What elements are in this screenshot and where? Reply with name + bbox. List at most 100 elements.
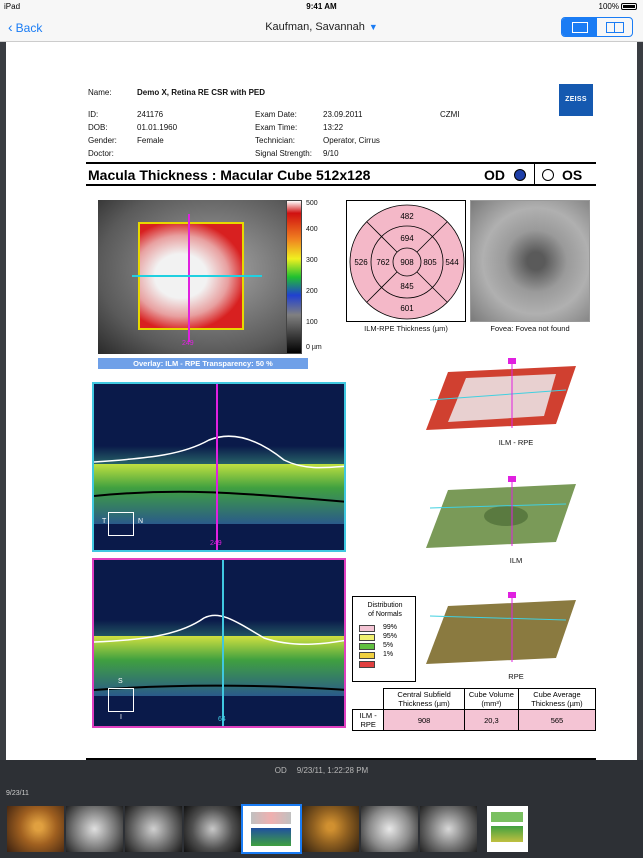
row-label: ILM - RPE (351, 709, 385, 731)
table-header-row: Central Subfield Thickness (µm) Cube Vol… (352, 688, 597, 710)
thumbnail[interactable] (361, 806, 418, 852)
legend-swatch-below-1 (359, 661, 375, 668)
battery-indicator: 100% (599, 2, 637, 11)
os-unselected-indicator (542, 169, 554, 181)
split-view-button[interactable] (597, 18, 632, 36)
etdrs-superior-outer: 482 (400, 212, 414, 221)
legend-label-99: 99% (383, 624, 398, 631)
clock: 9:41 AM (306, 2, 337, 11)
report-thumb-oct (491, 826, 523, 842)
thumbnail[interactable] (184, 806, 241, 852)
oct2-scan-number: 64 (218, 716, 226, 723)
technician-label: Technician: (255, 136, 296, 145)
central-subfield-value: 908 (383, 709, 465, 731)
id-label: ID: (88, 110, 99, 119)
exam-time-label: Exam Time: (255, 123, 298, 132)
col-cube-average: Cube Average Thickness (µm) (517, 688, 597, 710)
col-central-subfield: Central Subfield Thickness (µm) (383, 688, 465, 710)
oct1-scan-position (216, 384, 218, 550)
oct1-nasal-label: N (138, 518, 144, 525)
gender-label: Gender: (88, 136, 117, 145)
ilm-rpe-surface-graphic (426, 358, 576, 430)
legend-label-5: 5% (383, 642, 394, 649)
report-title-bar: Macula Thickness : Macular Cube 512x128 … (86, 162, 596, 186)
thumbnail[interactable] (7, 806, 64, 852)
oct2-orientation-box (108, 688, 134, 712)
chevron-down-icon: ▼ (368, 22, 378, 32)
image-filmstrip-panel: OD 9/23/11, 1:22:28 PM 9/23/11 (0, 760, 643, 858)
exam-time-value: 13:22 (323, 123, 344, 132)
split-pane-icon (605, 21, 624, 33)
ilm-surface-graphic (426, 476, 576, 548)
fovea-fundus-image (470, 200, 590, 322)
etdrs-temporal-outer: 544 (445, 258, 459, 267)
thumbnail[interactable] (302, 806, 359, 852)
single-view-button[interactable] (562, 18, 597, 36)
report-thumb-preview (251, 812, 291, 824)
legend-label-1: 1% (383, 651, 394, 658)
scale-tick-500: 500 (306, 200, 318, 207)
oct1-temporal-label: T (102, 518, 107, 525)
name-label: Name: (88, 88, 112, 97)
etdrs-superior-inner: 694 (400, 234, 414, 243)
etdrs-nasal-outer: 526 (354, 258, 368, 267)
normals-distribution-legend: Distribution of Normals 99% 95% 5% 1% (352, 596, 416, 682)
oct2-superior-label: S (118, 678, 123, 685)
od-selected-indicator (514, 169, 526, 181)
color-fundus-thumbnail (302, 806, 359, 852)
etdrs-nasal-inner: 762 (376, 258, 390, 267)
legend-label-95: 95% (383, 633, 398, 640)
legend-title-line2: of Normals (368, 611, 402, 618)
exam-date-value: 23.09.2011 (323, 110, 363, 119)
signal-label: Signal Strength: (255, 149, 312, 158)
report-title: Macula Thickness : Macular Cube 512x128 (88, 167, 371, 183)
legend-swatch-95 (359, 634, 375, 641)
eye-os-label: OS (562, 167, 583, 183)
angiogram-thumbnail (184, 806, 241, 852)
report-thumb-preview (491, 812, 523, 822)
patient-name: Kaufman, Savannah (265, 21, 365, 33)
table-corner (352, 688, 385, 710)
oct-vertical-bscan: S I 64 (92, 558, 346, 728)
thumbnail[interactable] (125, 806, 182, 852)
legend-title-line1: Distribution (367, 602, 403, 609)
etdrs-inferior-inner: 845 (400, 282, 414, 291)
ilm-surface-map (426, 476, 576, 554)
gray-fundus-thumbnail (125, 806, 182, 852)
battery-icon (621, 3, 637, 10)
gray-fundus-thumbnail (361, 806, 418, 852)
gender-value: Female (137, 136, 164, 145)
oct2-inferior-label: I (120, 714, 122, 721)
oct1-orientation-box (108, 512, 134, 536)
thumbnail[interactable] (66, 806, 123, 852)
fovea-caption: Fovea: Fovea not found (490, 324, 570, 333)
patient-selector[interactable]: Kaufman, Savannah ▼ (0, 21, 643, 33)
dob-value: 01.01.1960 (137, 123, 178, 132)
rpe-surface-caption: RPE (508, 672, 524, 681)
horizontal-scan-line (132, 275, 262, 277)
oct-horizontal-bscan: T N 249 (92, 382, 346, 552)
report-thumbnail (487, 806, 528, 852)
doctor-label: Doctor: (88, 149, 114, 158)
eye-od-label: OD (484, 167, 505, 183)
thumbnail-strip (7, 804, 536, 854)
dob-label: DOB: (88, 123, 108, 132)
status-bar: iPad 9:41 AM 100% (0, 0, 643, 14)
thickness-color-scale (286, 200, 302, 354)
legend-swatch-5 (359, 643, 375, 650)
scale-tick-300: 300 (306, 257, 318, 264)
scale-tick-200: 200 (306, 288, 318, 295)
thumbnail[interactable] (479, 806, 536, 852)
eye-divider (534, 164, 535, 184)
id-value: 241176 (137, 110, 164, 119)
zeiss-logo: ZEISS (559, 84, 593, 116)
scale-tick-400: 400 (306, 226, 318, 233)
battery-percent: 100% (598, 2, 619, 11)
thumbnail[interactable] (420, 806, 477, 852)
thumbnail-selected[interactable] (241, 804, 302, 854)
site-label: CZMI (440, 110, 460, 119)
report-page: Name: Demo X, Retina RE CSR with PED ID:… (6, 42, 637, 760)
scale-tick-100: 100 (306, 319, 318, 326)
vertical-scan-line (188, 214, 190, 342)
fundus-thickness-overlay: 249 (98, 200, 288, 354)
